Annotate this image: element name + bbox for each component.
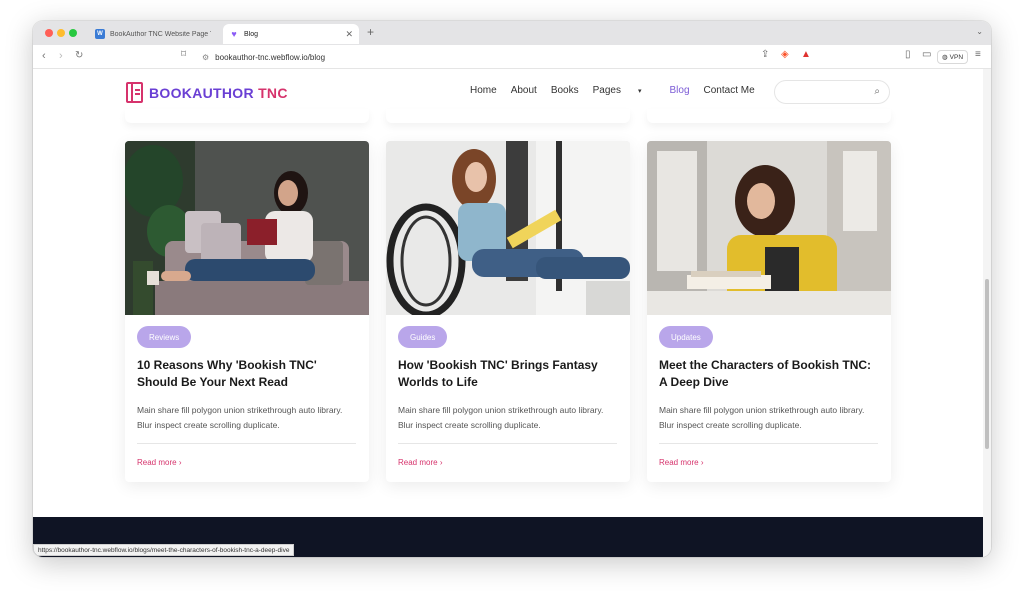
nav-about[interactable]: About <box>511 85 537 96</box>
nav-home[interactable]: Home <box>470 85 497 96</box>
chevron-right-icon: › <box>439 458 443 467</box>
chevron-right-icon: › <box>178 458 182 467</box>
category-tag[interactable]: Updates <box>659 326 713 348</box>
url-bar[interactable]: ⚙ bookauthor-tnc.webflow.io/blog <box>178 48 818 66</box>
tab-title: Blog <box>244 30 259 38</box>
minimize-window-button[interactable] <box>57 29 65 37</box>
sidebar-toggle-icon[interactable]: ▯ <box>905 49 911 60</box>
nav-books[interactable]: Books <box>551 85 579 96</box>
card-shadow-strip <box>125 109 369 123</box>
search-icon[interactable]: ⌕ <box>874 86 880 97</box>
new-tab-icon[interactable]: + <box>367 25 374 39</box>
close-window-button[interactable] <box>45 29 53 37</box>
nav-pages[interactable]: Pages ▾ <box>593 85 656 96</box>
divider <box>659 443 878 444</box>
tab-bookauthor-template[interactable]: W BookAuthor TNC Website Page Tem <box>89 24 217 44</box>
blog-card-image[interactable] <box>386 141 630 315</box>
card-shadow-strip <box>647 109 891 123</box>
scrollbar[interactable] <box>983 69 991 557</box>
main-nav: Home About Books Pages ▾ Blog Contact Me <box>470 85 769 96</box>
globe-icon: ◍ <box>942 54 948 61</box>
address-toolbar: ‹ › ↻ ⌑ ⚙ bookauthor-tnc.webflow.io/blog… <box>33 45 991 69</box>
tab-list-chevron-icon[interactable]: ⌄ <box>976 27 983 36</box>
forward-icon[interactable]: › <box>59 50 63 62</box>
category-tag[interactable]: Guides <box>398 326 448 348</box>
search-input[interactable]: ⌕ <box>774 80 890 104</box>
tab-bar: W BookAuthor TNC Website Page Tem ♥ Blog… <box>33 21 991 45</box>
reload-icon[interactable]: ↻ <box>75 50 83 61</box>
nav-contact[interactable]: Contact Me <box>704 85 755 96</box>
divider <box>137 443 356 444</box>
share-icon[interactable]: ⇪ <box>761 49 769 60</box>
webflow-favicon-icon: W <box>95 29 105 39</box>
card-shadow-strip <box>386 109 630 123</box>
card-description: Main share fill polygon union strikethro… <box>659 405 865 430</box>
vpn-button[interactable]: ◍ VPN <box>937 50 969 64</box>
url-text[interactable]: bookauthor-tnc.webflow.io/blog <box>215 53 325 62</box>
blog-card-image[interactable] <box>647 141 891 315</box>
heart-favicon-icon: ♥ <box>231 29 237 39</box>
read-more-link[interactable]: Read more › <box>137 458 181 467</box>
divider <box>398 443 617 444</box>
page-viewport: BOOKAUTHOR TNC Home About Books Pages ▾ B… <box>33 69 983 557</box>
blog-card[interactable]: Updates Meet the Characters of Bookish T… <box>647 141 891 482</box>
status-bar-url: https://bookauthor-tnc.webflow.io/blogs/… <box>33 544 295 556</box>
brave-rewards-icon[interactable]: ▲ <box>801 49 811 60</box>
browser-window: W BookAuthor TNC Website Page Tem ♥ Blog… <box>33 21 991 557</box>
scrollbar-thumb[interactable] <box>985 279 989 449</box>
wallet-icon[interactable]: ▭ <box>922 49 931 60</box>
blog-card[interactable]: Reviews 10 Reasons Why 'Bookish TNC' Sho… <box>125 141 369 482</box>
book-logo-icon <box>126 82 143 103</box>
card-description: Main share fill polygon union strikethro… <box>398 405 604 430</box>
read-more-link[interactable]: Read more › <box>398 458 442 467</box>
blog-card[interactable]: Guides How 'Bookish TNC' Brings Fantasy … <box>386 141 630 482</box>
card-title[interactable]: How 'Bookish TNC' Brings Fantasy Worlds … <box>398 357 620 391</box>
zoom-window-button[interactable] <box>69 29 77 37</box>
vpn-label: VPN <box>949 53 964 61</box>
chevron-down-icon: ▾ <box>637 88 642 95</box>
site-logo[interactable]: BOOKAUTHOR TNC <box>126 82 288 103</box>
menu-icon[interactable]: ≡ <box>975 49 981 60</box>
back-icon[interactable]: ‹ <box>42 50 46 62</box>
category-tag[interactable]: Reviews <box>137 326 192 348</box>
tab-blog[interactable]: ♥ Blog ✕ <box>223 24 359 44</box>
site-settings-icon[interactable]: ⚙ <box>202 53 209 62</box>
close-tab-icon[interactable]: ✕ <box>345 29 353 40</box>
logo-text: BOOKAUTHOR TNC <box>149 84 288 101</box>
nav-blog[interactable]: Blog <box>670 85 690 96</box>
card-description: Main share fill polygon union strikethro… <box>137 405 343 430</box>
chevron-right-icon: › <box>700 458 704 467</box>
blog-card-image[interactable] <box>125 141 369 315</box>
brave-shield-icon[interactable]: ◈ <box>781 49 789 60</box>
card-title[interactable]: 10 Reasons Why 'Bookish TNC' Should Be Y… <box>137 357 359 391</box>
card-title[interactable]: Meet the Characters of Bookish TNC: A De… <box>659 357 881 391</box>
read-more-link[interactable]: Read more › <box>659 458 703 467</box>
tab-title: BookAuthor TNC Website Page Tem <box>110 30 211 38</box>
